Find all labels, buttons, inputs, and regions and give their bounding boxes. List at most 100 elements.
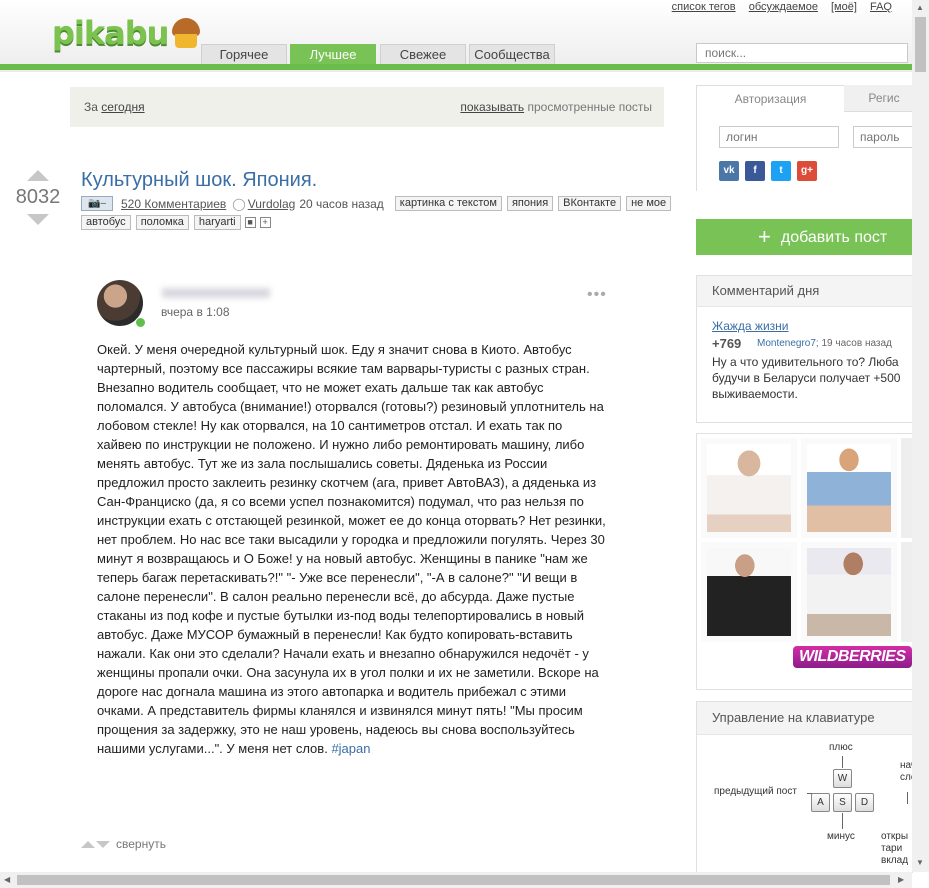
tag-item[interactable]: haryarti (193, 215, 241, 230)
tag-item[interactable]: ВКонтакте (558, 196, 622, 211)
vk-icon[interactable]: vk (719, 161, 739, 181)
vote-down-arrow-icon[interactable] (27, 214, 49, 225)
period-link[interactable]: сегодня (101, 100, 144, 114)
key-d: D (855, 793, 874, 812)
top-links: список тегов обсуждаемое [моё] FAQ (662, 1, 892, 13)
ad-photo (707, 444, 791, 532)
ad-photo (707, 548, 791, 636)
user-icon: ◯ (232, 196, 246, 211)
pikabu-logo[interactable]: pikabu (52, 12, 202, 54)
comment-of-day-title: Комментарий дня (697, 276, 913, 307)
add-post-button[interactable]: + добавить пост (696, 219, 912, 255)
tab-communities[interactable]: Сообщества (469, 44, 555, 65)
vote-up-arrow-icon[interactable] (27, 170, 49, 181)
ad-banner[interactable]: WILDBERRIES (696, 433, 913, 690)
show-viewed-link[interactable]: показывать (460, 100, 524, 114)
twitter-icon[interactable]: t (771, 161, 791, 181)
scroll-up-icon[interactable]: ▲ (916, 3, 924, 12)
tag-item[interactable]: поломка (135, 215, 189, 230)
faq-link[interactable]: FAQ (870, 1, 892, 13)
comment-author: Montenegro7; 19 часов назад (757, 338, 892, 349)
embedded-post-body: Окей. У меня очередной культурный шок. Е… (97, 342, 606, 756)
horizontal-scrollbar[interactable]: ◀ ▶ (0, 872, 912, 888)
auth-form: vk f t g+ (696, 111, 923, 191)
post-tags-row: автобус поломка haryarti ■ + (81, 215, 271, 230)
key-s: S (833, 793, 852, 812)
embedded-post-time: вчера в 1:08 (161, 305, 230, 319)
kbd-connector (842, 813, 843, 829)
logo-text: pikabu (52, 14, 169, 52)
ad-image[interactable] (701, 438, 797, 538)
comment-score: +769 (712, 336, 742, 351)
kbd-label-prev: предыдущий пост (714, 786, 797, 797)
ad-image[interactable] (801, 542, 897, 642)
ad-photo (807, 444, 891, 532)
tab-best[interactable]: Лучшее (290, 44, 376, 65)
ad-image[interactable] (801, 438, 897, 538)
comment-author-link[interactable]: Montenegro7; (757, 338, 819, 349)
period-filter: За сегодня (84, 100, 145, 114)
post-meta: 📷– 520 Комментариев ◯ Vurdolag 20 часов … (81, 196, 672, 211)
site-header: pikabu список тегов обсуждаемое [моё] FA… (0, 0, 912, 72)
tab-authorization[interactable]: Авторизация (696, 85, 845, 112)
header-green-bar (0, 64, 912, 70)
keyboard-help-box: Управление на клавиатуре плюс начало к с… (696, 701, 913, 873)
plus-icon: + (758, 224, 771, 249)
discussed-link[interactable]: обсуждаемое (749, 1, 818, 13)
period-prefix: За (84, 100, 98, 114)
mine-link[interactable]: [моё] (831, 1, 857, 13)
comment-text: Ну а что удивительного то? Люба будучи в… (712, 355, 901, 401)
hashtag: #japan (331, 741, 371, 756)
kbd-connector (842, 756, 843, 768)
viewed-posts-filter: показывать просмотренные посты (460, 100, 652, 114)
search-input[interactable] (696, 43, 908, 63)
tag-item[interactable]: картинка с текстом (394, 196, 502, 211)
tag-item[interactable]: япония (506, 196, 554, 211)
comments-link[interactable]: 520 Комментариев (121, 197, 226, 211)
viewed-posts-label: просмотренные посты (527, 100, 652, 114)
collapse-post[interactable]: свернуть (81, 837, 166, 851)
image-type-icon: 📷– (81, 196, 113, 211)
login-input[interactable] (719, 126, 839, 148)
save-icon[interactable]: ■ (244, 217, 256, 228)
embedded-post-text: Окей. У меня очередной культурный шок. Е… (97, 340, 609, 758)
period-filter-bar: За сегодня показывать просмотренные пост… (70, 87, 664, 127)
wildberries-logo[interactable]: WILDBERRIES (793, 646, 912, 668)
online-status-dot (135, 317, 146, 328)
add-post-label: добавить пост (780, 229, 888, 246)
cupcake-icon (170, 16, 202, 50)
image-type-label: – (100, 198, 106, 209)
key-a: A (811, 793, 830, 812)
expand-plus-icon[interactable]: + (259, 217, 271, 228)
kbd-label-open-2: тари (881, 843, 903, 854)
tag-list-link[interactable]: список тегов (672, 1, 736, 13)
kbd-label-open: откры (881, 831, 909, 842)
tab-fresh[interactable]: Свежее (380, 44, 466, 65)
facebook-icon[interactable]: f (745, 161, 765, 181)
collapse-up-icon (81, 840, 95, 848)
horizontal-scroll-thumb[interactable] (17, 875, 890, 885)
vertical-scrollbar[interactable]: ▲ ▼ (912, 0, 929, 872)
kbd-label-open-3: вклад (881, 855, 909, 866)
comment-of-day-box: Комментарий дня Жажда жизни +769 Montene… (696, 275, 913, 423)
auth-box: Авторизация Регис vk f t g+ (696, 85, 924, 195)
ad-photo (807, 548, 891, 636)
kbd-connector (907, 792, 908, 804)
tag-item[interactable]: не мое (626, 196, 672, 211)
google-plus-icon[interactable]: g+ (797, 161, 817, 181)
comment-post-link[interactable]: Жажда жизни (712, 319, 789, 333)
scroll-down-icon[interactable]: ▼ (916, 858, 924, 867)
post-rating: 8032 (15, 186, 61, 208)
scroll-left-icon[interactable]: ◀ (4, 875, 10, 884)
tab-hot[interactable]: Горячее (201, 44, 287, 65)
comment-time-ago: 19 часов назад (821, 338, 892, 349)
vertical-scroll-thumb[interactable] (915, 17, 926, 72)
author-link[interactable]: Vurdolag (248, 197, 296, 211)
post-title[interactable]: Культурный шок. Япония. (81, 169, 317, 192)
post-time-ago: 20 часов назад (299, 196, 384, 211)
ad-image[interactable] (701, 542, 797, 642)
tag-item[interactable]: автобус (81, 215, 131, 230)
blurred-author-name (162, 288, 270, 298)
scroll-right-icon[interactable]: ▶ (898, 875, 904, 884)
key-w: W (833, 769, 852, 788)
